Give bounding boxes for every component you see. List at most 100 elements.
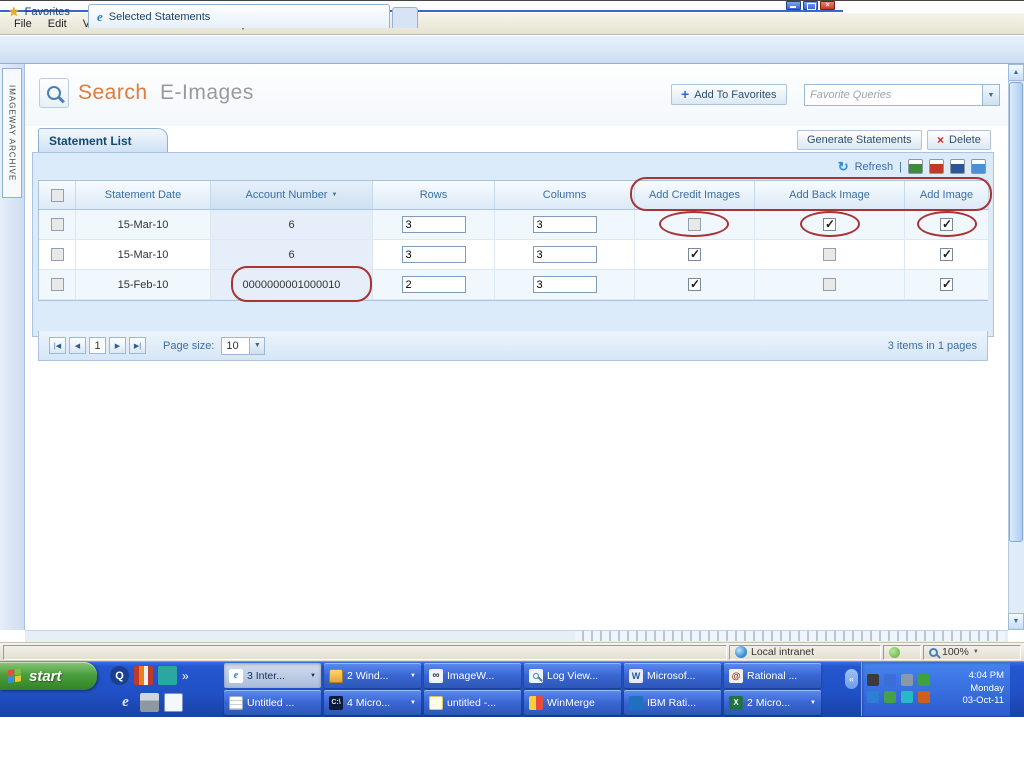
row-select-checkbox[interactable] bbox=[50, 278, 64, 291]
add-image-checkbox[interactable] bbox=[940, 217, 953, 231]
update-icon[interactable] bbox=[884, 691, 896, 703]
status-zoom-pane[interactable]: 100% ▼ bbox=[923, 644, 1021, 660]
taskbar-button-logviewer[interactable]: Log View... ▼ bbox=[524, 663, 621, 688]
row-select-checkbox[interactable] bbox=[50, 248, 64, 261]
window-controls: × bbox=[786, 1, 835, 10]
add-credit-checkbox[interactable] bbox=[688, 247, 701, 261]
tray-collapse-button[interactable]: « bbox=[845, 669, 858, 689]
export-excel-icon[interactable] bbox=[908, 159, 923, 174]
columns-input[interactable] bbox=[532, 246, 597, 263]
volume-icon[interactable] bbox=[901, 674, 913, 686]
favorites-label: Favorites bbox=[24, 6, 70, 18]
browser-tab-selected-statements[interactable]: e Selected Statements bbox=[88, 4, 390, 28]
scrollbar-thumb[interactable] bbox=[1009, 82, 1023, 542]
col-columns[interactable]: Columns bbox=[495, 181, 635, 210]
col-account-number[interactable]: Account Number ▼ bbox=[211, 181, 373, 210]
new-tab-stub[interactable] bbox=[392, 7, 418, 28]
security-alert-icon[interactable] bbox=[918, 691, 930, 703]
printer-icon[interactable] bbox=[140, 693, 159, 712]
add-back-checkbox[interactable] bbox=[823, 217, 836, 231]
favorites-button[interactable]: ★ Favorites bbox=[8, 5, 70, 18]
close-button[interactable]: × bbox=[820, 1, 835, 10]
refresh-label[interactable]: Refresh bbox=[855, 161, 894, 173]
winmerge-icon bbox=[529, 695, 543, 710]
graphics-icon[interactable] bbox=[884, 674, 896, 686]
page-size-combo[interactable]: 10 ▼ bbox=[221, 336, 266, 355]
clock-day: Monday bbox=[970, 682, 1004, 694]
zoom-dropdown-icon[interactable]: ▼ bbox=[973, 649, 979, 655]
q-app-icon[interactable]: Q bbox=[110, 666, 129, 685]
scroll-down-button[interactable]: ▼ bbox=[1008, 613, 1024, 630]
messenger-icon[interactable] bbox=[901, 691, 913, 703]
col-rows[interactable]: Rows bbox=[373, 181, 495, 210]
app-window-icon[interactable] bbox=[164, 693, 183, 712]
statement-date-cell: 15-Mar-10 bbox=[76, 240, 211, 270]
select-all-checkbox[interactable] bbox=[50, 188, 64, 202]
export-pdf-icon[interactable] bbox=[929, 159, 944, 174]
plus-icon: + bbox=[681, 86, 690, 102]
rows-input[interactable] bbox=[401, 216, 466, 233]
favorite-queries-combo[interactable]: Favorite Queries ▼ bbox=[804, 84, 1000, 106]
columns-input[interactable] bbox=[532, 276, 597, 293]
add-back-checkbox[interactable] bbox=[823, 248, 836, 261]
next-page-button[interactable]: ▶ bbox=[109, 337, 126, 354]
last-page-button[interactable]: ▶| bbox=[129, 337, 146, 354]
taskbar-button-ibm-rational[interactable]: IBM Rati... ▼ bbox=[624, 690, 721, 715]
ie-quicklaunch-icon[interactable]: e bbox=[116, 693, 135, 712]
taskbar-button-imageway[interactable]: ∞ ImageW... ▼ bbox=[424, 663, 521, 688]
analyzer-icon[interactable] bbox=[134, 666, 153, 685]
add-credit-checkbox[interactable] bbox=[688, 218, 701, 231]
col-statement-date[interactable]: Statement Date bbox=[76, 181, 211, 210]
col-add-credit-images[interactable]: Add Credit Images bbox=[635, 181, 755, 210]
screen: × File Edit View Favorites Tools Help ★ … bbox=[0, 0, 1024, 768]
taskbar-button-untitled[interactable]: Untitled ... ▼ bbox=[224, 690, 321, 715]
console-icon: C:\ bbox=[329, 695, 343, 710]
account-number-cell: 0000000001000010 bbox=[211, 270, 373, 300]
add-credit-checkbox[interactable] bbox=[688, 277, 701, 291]
taskbar-button-internet-group[interactable]: e 3 Inter... ▼ bbox=[224, 663, 321, 688]
columns-input[interactable] bbox=[532, 216, 597, 233]
add-image-checkbox[interactable] bbox=[940, 247, 953, 261]
add-back-checkbox[interactable] bbox=[823, 278, 836, 291]
taskbar-button-console-group[interactable]: C:\ 4 Micro... ▼ bbox=[324, 690, 421, 715]
maximize-button[interactable] bbox=[803, 1, 818, 10]
scroll-up-button[interactable]: ▲ bbox=[1008, 64, 1024, 81]
imageway-archive-vertical-tab[interactable]: IMAGEWAY ARCHIVE bbox=[2, 68, 22, 198]
delete-button[interactable]: × Delete bbox=[927, 130, 991, 150]
col-add-back-image[interactable]: Add Back Image bbox=[755, 181, 905, 210]
delete-label: Delete bbox=[949, 134, 981, 146]
taskbar-button-winmerge[interactable]: WinMerge ▼ bbox=[524, 690, 621, 715]
keyboard-layout-icon[interactable] bbox=[867, 674, 879, 686]
taskbar-button-rational[interactable]: @ Rational ... ▼ bbox=[724, 663, 821, 688]
infinity-icon: ∞ bbox=[429, 668, 443, 683]
quick-launch-more-icon[interactable]: » bbox=[182, 669, 189, 683]
add-to-favorites-button[interactable]: + Add To Favorites bbox=[671, 84, 787, 105]
taskbar-button-excel-group[interactable]: X 2 Micro... ▼ bbox=[724, 690, 821, 715]
taskbar-button-windows-group[interactable]: 2 Wind... ▼ bbox=[324, 663, 421, 688]
media-app-icon[interactable] bbox=[158, 666, 177, 685]
current-page-number[interactable]: 1 bbox=[89, 337, 106, 354]
first-page-button[interactable]: |◀ bbox=[49, 337, 66, 354]
antivirus-shield-icon[interactable] bbox=[918, 674, 930, 686]
taskbar-button-microsoft[interactable]: W Microsof... ▼ bbox=[624, 663, 721, 688]
rows-input[interactable] bbox=[401, 246, 466, 263]
generate-statements-button[interactable]: Generate Statements bbox=[797, 130, 922, 150]
row-select-checkbox[interactable] bbox=[50, 218, 64, 231]
notepad-icon bbox=[229, 695, 243, 710]
start-label: start bbox=[29, 667, 62, 685]
col-add-image[interactable]: Add Image bbox=[905, 181, 989, 210]
rows-input[interactable] bbox=[401, 276, 466, 293]
export-csv-icon[interactable] bbox=[971, 159, 986, 174]
prev-page-button[interactable]: ◀ bbox=[69, 337, 86, 354]
minimize-button[interactable] bbox=[786, 1, 801, 10]
account-number-cell: 6 bbox=[211, 210, 373, 240]
statement-list-tab[interactable]: Statement List bbox=[38, 128, 168, 152]
start-button[interactable]: start bbox=[0, 662, 97, 690]
combo-dropdown-button[interactable]: ▼ bbox=[982, 85, 999, 105]
add-image-checkbox[interactable] bbox=[940, 277, 953, 291]
taskbar-button-untitled-editor[interactable]: untitled -... ▼ bbox=[424, 690, 521, 715]
export-word-icon[interactable] bbox=[950, 159, 965, 174]
search-tray-icon[interactable] bbox=[867, 691, 879, 703]
ie-page-icon: e bbox=[97, 9, 103, 24]
page-size-dropdown-button[interactable]: ▼ bbox=[249, 337, 265, 354]
